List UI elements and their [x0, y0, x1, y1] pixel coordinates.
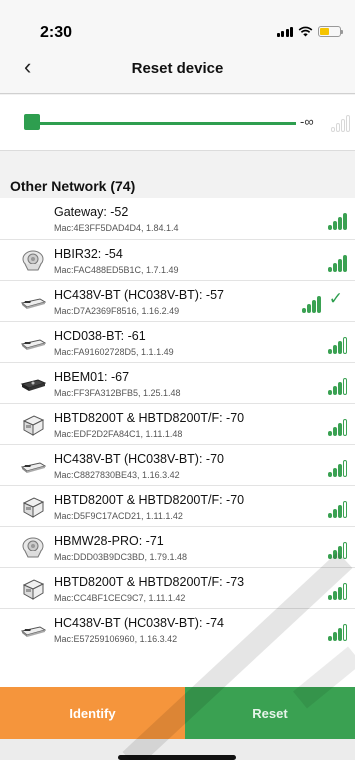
- status-time: 2:30: [40, 24, 73, 41]
- signal-strength-icon: [328, 334, 347, 354]
- identify-button[interactable]: Identify: [0, 687, 185, 739]
- box-device-icon: [20, 413, 46, 437]
- device-mac: Mac:E57259106960, 1.16.3.42: [54, 634, 178, 644]
- device-mac: Mac:FA91602728D5, 1.1.1.49: [54, 347, 174, 357]
- device-name: HC438V-BT (HC038V-BT): -70: [54, 452, 224, 466]
- device-mac: Mac:EDF2D2FA84C1, 1.11.1.48: [54, 429, 183, 439]
- device-mac: Mac:FF3FA312BFB5, 1.25.1.48: [54, 388, 181, 398]
- flat-module-icon: [20, 290, 47, 314]
- device-name: HBEM01: -67: [54, 370, 130, 384]
- device-name: HCD038-BT: -61: [54, 329, 146, 343]
- flat-module-icon: [20, 331, 47, 355]
- device-mac: Mac:D5F9C17ACD21, 1.11.1.42: [54, 511, 183, 521]
- home-indicator-area: [0, 739, 355, 760]
- device-row[interactable]: HBTD8200T & HBTD8200T/F: -70 Mac:EDF2D2FA…: [0, 403, 355, 444]
- device-row[interactable]: HBEM01: -67 Mac:FF3FA312BFB5, 1.25.1.48: [0, 362, 355, 403]
- slider-track[interactable]: [26, 122, 296, 125]
- page-title: Reset device: [131, 60, 224, 77]
- signal-strength-icon: [302, 293, 321, 313]
- device-mac: Mac:FAC488ED5B1C, 1.7.1.49: [54, 265, 179, 275]
- action-bar: Identify Reset: [0, 687, 355, 739]
- signal-strength-icon: [328, 252, 347, 272]
- section-title: Other Network (74): [10, 178, 136, 194]
- signal-strength-icon: [328, 539, 347, 559]
- signal-strength-icon: [328, 210, 347, 230]
- signal-strength-icon: [331, 112, 350, 132]
- device-row[interactable]: HCD038-BT: -61 Mac:FA91602728D5, 1.1.1.49: [0, 321, 355, 362]
- device-row[interactable]: HBTD8200T & HBTD8200T/F: -73 Mac:CC4BF1CE…: [0, 567, 355, 608]
- reset-button[interactable]: Reset: [185, 687, 355, 739]
- device-row[interactable]: Gateway: -52 Mac:4E3FF5DAD4D4, 1.84.1.4: [0, 198, 355, 239]
- box-device-icon: [20, 495, 46, 519]
- device-list[interactable]: Gateway: -52 Mac:4E3FF5DAD4D4, 1.84.1.4 HB…: [0, 198, 355, 687]
- device-row[interactable]: HC438V-BT (HC038V-BT): -74 Mac:E572591069…: [0, 608, 355, 649]
- round-sensor-icon: [20, 249, 46, 273]
- device-name: Gateway: -52: [54, 205, 129, 219]
- slider-value: -∞: [300, 114, 314, 129]
- home-indicator[interactable]: [118, 755, 236, 760]
- signal-strength-icon: [328, 498, 347, 518]
- device-row[interactable]: HBMW28-PRO: -71 Mac:DDD03B9DC3BD, 1.79.1.…: [0, 526, 355, 567]
- signal-strength-icon: [328, 457, 347, 477]
- signal-strength-icon: [328, 621, 347, 641]
- device-name: HC438V-BT (HC038V-BT): -57: [54, 288, 224, 302]
- signal-strength-icon: [328, 580, 347, 600]
- battery-icon: [318, 26, 343, 37]
- section-header: Other Network (74): [0, 172, 355, 198]
- device-name: HBTD8200T & HBTD8200T/F: -73: [54, 575, 245, 589]
- dark-module-icon: [20, 372, 47, 396]
- wifi-icon: [298, 26, 313, 37]
- device-name: HBTD8200T & HBTD8200T/F: -70: [54, 411, 245, 425]
- flat-module-icon: [20, 618, 47, 642]
- rssi-slider-panel: -∞: [0, 95, 355, 151]
- device-name: HBTD8200T & HBTD8200T/F: -70: [54, 493, 245, 507]
- status-bar: 2:30: [0, 0, 355, 44]
- device-mac: Mac:DDD03B9DC3BD, 1.79.1.48: [54, 552, 188, 562]
- device-row[interactable]: HC438V-BT (HC038V-BT): -70 Mac:C8827830BE…: [0, 444, 355, 485]
- device-mac: Mac:D7A2369F8516, 1.16.2.49: [54, 306, 180, 316]
- box-device-icon: [20, 577, 46, 601]
- slider-thumb[interactable]: [24, 114, 40, 130]
- nav-bar: ‹ Reset device: [0, 44, 355, 94]
- signal-strength-icon: [328, 416, 347, 436]
- device-row[interactable]: HBIR32: -54 Mac:FAC488ED5B1C, 1.7.1.49: [0, 239, 355, 280]
- device-name: HBMW28-PRO: -71: [54, 534, 164, 548]
- device-row[interactable]: HBTD8200T & HBTD8200T/F: -70 Mac:D5F9C17A…: [0, 485, 355, 526]
- checkmark-icon: ✓: [328, 289, 343, 308]
- device-name: HBIR32: -54: [54, 247, 123, 261]
- signal-strength-icon: [328, 375, 347, 395]
- flat-module-icon: [20, 454, 47, 478]
- device-mac: Mac:C8827830BE43, 1.16.3.42: [54, 470, 180, 480]
- device-name: HC438V-BT (HC038V-BT): -74: [54, 616, 224, 630]
- device-mac: Mac:4E3FF5DAD4D4, 1.84.1.4: [54, 223, 179, 233]
- round-sensor-icon: [20, 536, 46, 560]
- status-icons: [276, 26, 343, 37]
- device-row[interactable]: HC438V-BT (HC038V-BT): -57 Mac:D7A2369F85…: [0, 280, 355, 321]
- device-mac: Mac:CC4BF1CEC9C7, 1.11.1.42: [54, 593, 186, 603]
- cellular-signal-icon: [276, 26, 293, 37]
